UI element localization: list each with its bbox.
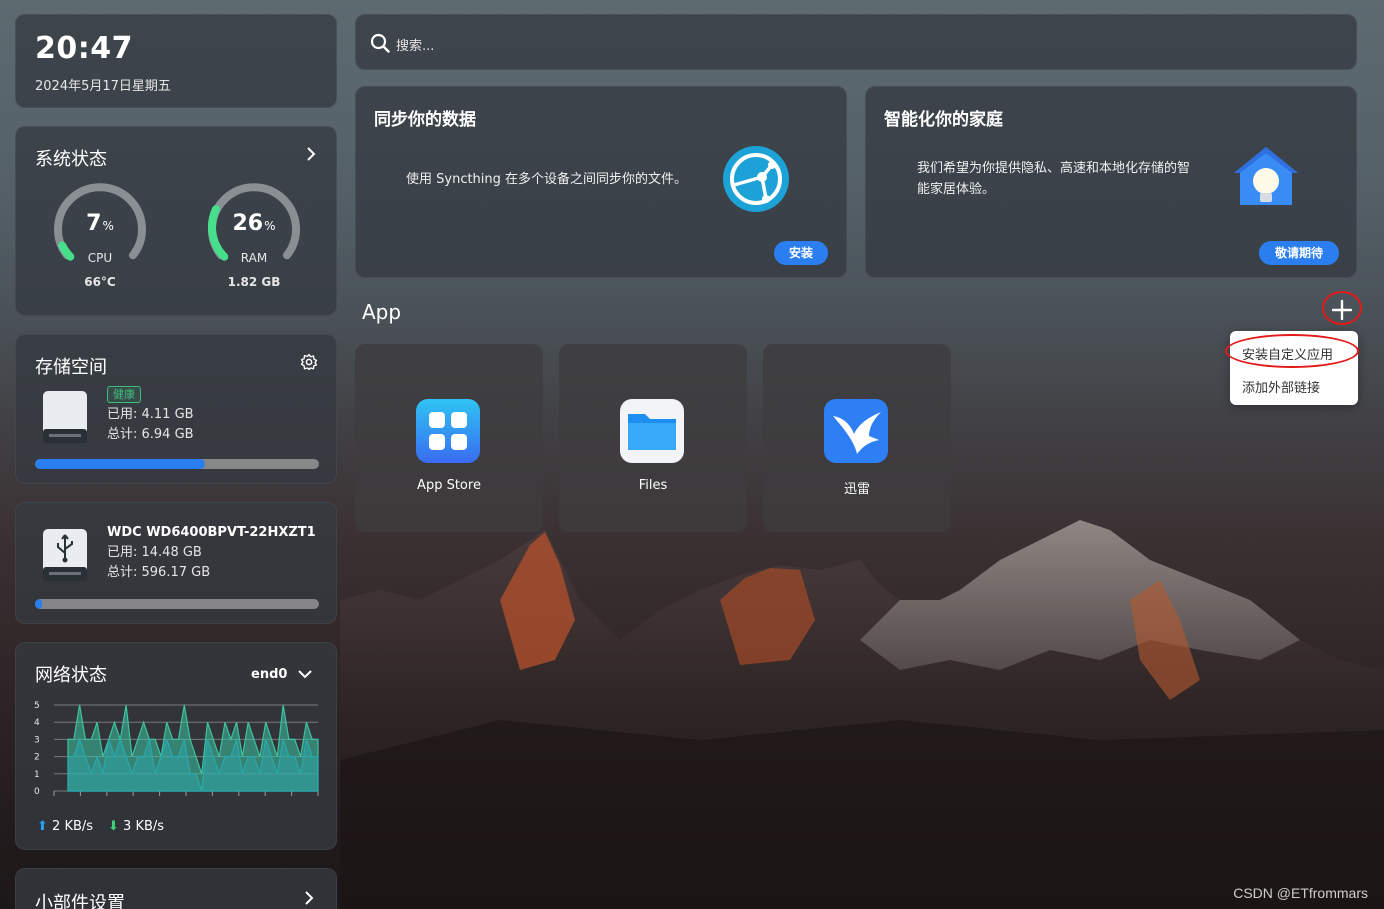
ram-value: 26% (232, 211, 276, 236)
network-widget: 网络状态 end0 0 1 2 3 4 5 ⬆ 2 KB/s ⬇ 3 KB/s (15, 642, 337, 850)
chevron-right-icon[interactable] (302, 891, 316, 905)
search-input[interactable]: 搜索... (396, 35, 434, 54)
search-bar[interactable]: 搜索... (355, 14, 1357, 70)
promo-syncthing-desc: 使用 Syncthing 在多个设备之间同步你的文件。 (406, 172, 688, 187)
app-tile-xunlei[interactable]: 迅雷 (763, 344, 951, 532)
y-tick-label: 0 (34, 787, 40, 797)
xunlei-bird-icon (824, 399, 888, 463)
widget-settings-title: 小部件设置 (35, 893, 125, 909)
promo-smart-home-title: 智能化你的家庭 (884, 110, 1003, 130)
disk-1-usage-fill (35, 459, 206, 469)
smart-home-bulb-icon (1234, 147, 1298, 205)
search-icon (370, 33, 390, 53)
app-store-icon (416, 399, 480, 463)
cpu-label: CPU (87, 251, 113, 265)
install-syncthing-button[interactable]: 安装 (774, 241, 828, 265)
y-tick-label: 5 (34, 701, 40, 711)
chevron-down-icon[interactable] (298, 667, 312, 681)
usb-drive-icon (43, 529, 87, 581)
app-tile-files[interactable]: Files (559, 344, 747, 532)
network-traffic-chart: 0 1 2 3 4 5 (34, 701, 319, 797)
y-tick-label: 2 (34, 753, 40, 763)
network-interface-select[interactable]: end0 (251, 667, 287, 682)
disk-2-total: 总计: 596.17 GB (107, 565, 211, 580)
files-folder-icon (620, 399, 684, 463)
disk-2-name: WDC WD6400BPVT-22HXZT1 (107, 525, 316, 540)
disk-1-info: 健康 已用: 4.11 GB 总计: 6.94 GB (107, 385, 194, 445)
disk-2-usage-fill (35, 599, 43, 609)
promo-smart-home: 智能化你的家庭 我们希望为你提供隐私、高速和本地化存储的智 能家居体验。 敬请期待 (865, 86, 1357, 278)
ram-label: RAM (240, 251, 268, 265)
ram-used: 1.82 GB (227, 275, 281, 289)
health-badge: 健康 (107, 386, 141, 403)
disk-2-used: 已用: 14.48 GB (107, 545, 202, 560)
y-tick-label: 3 (34, 735, 40, 745)
menu-item-add-external-link[interactable]: 添加外部链接 (1242, 377, 1320, 396)
cpu-temperature: 66°C (84, 275, 116, 289)
cpu-value: 7% (86, 211, 114, 236)
disk-2-usage-bar (35, 599, 319, 609)
apps-section-title: App (362, 300, 402, 324)
syncthing-logo-icon (723, 146, 789, 212)
storage-widget: 存储空间 健康 已用: 4.11 GB 总计: 6.94 GB (15, 334, 337, 484)
disk-1-used: 已用: 4.11 GB (107, 407, 194, 422)
chevron-right-icon[interactable] (304, 147, 318, 161)
external-disk-widget: WDC WD6400BPVT-22HXZT1 已用: 14.48 GB 总计: … (15, 502, 337, 624)
coming-soon-button[interactable]: 敬请期待 (1259, 241, 1339, 265)
upload-speed: ⬆ 2 KB/s (37, 819, 94, 834)
disk-1-usage-bar (35, 459, 319, 469)
annotation-circle-menu-item (1225, 334, 1359, 368)
y-tick-label: 1 (34, 770, 40, 780)
watermark: CSDN @ETfrommars (1233, 885, 1368, 901)
y-tick-label: 4 (34, 718, 40, 728)
gear-icon[interactable] (300, 353, 318, 371)
disk-2-info: WDC WD6400BPVT-22HXZT1 已用: 14.48 GB 总计: … (107, 523, 316, 583)
promo-syncthing: 同步你的数据 使用 Syncthing 在多个设备之间同步你的文件。 安装 (355, 86, 847, 278)
cpu-gauge: 7% CPU 66°C (52, 179, 148, 299)
clock-widget: 20:47 2024年5月17日星期五 (15, 14, 337, 108)
arrow-up-icon: ⬆ (37, 819, 48, 834)
annotation-circle-plus (1322, 291, 1362, 325)
app-label-xunlei: 迅雷 (843, 482, 870, 497)
clock-time: 20:47 (35, 31, 133, 66)
network-title: 网络状态 (35, 665, 107, 686)
drive-icon (43, 391, 87, 443)
app-label-app-store: App Store (417, 478, 481, 493)
ram-gauge: 26% RAM 1.82 GB (206, 179, 302, 299)
download-speed: ⬇ 3 KB/s (108, 819, 165, 834)
app-tile-app-store[interactable]: App Store (355, 344, 543, 532)
widget-settings[interactable]: 小部件设置 (15, 868, 337, 909)
system-status-widget[interactable]: 系统状态 7% CPU 66°C 26% RAM 1.82 GB (15, 126, 337, 316)
promo-smart-home-desc: 我们希望为你提供隐私、高速和本地化存储的智 能家居体验。 (917, 161, 1191, 197)
system-status-title: 系统状态 (35, 149, 107, 170)
storage-title: 存储空间 (35, 357, 107, 378)
app-label-files: Files (638, 478, 668, 493)
promo-syncthing-title: 同步你的数据 (374, 110, 476, 130)
clock-date: 2024年5月17日星期五 (35, 79, 171, 94)
disk-1-total: 总计: 6.94 GB (107, 427, 194, 442)
arrow-down-icon: ⬇ (108, 819, 119, 834)
